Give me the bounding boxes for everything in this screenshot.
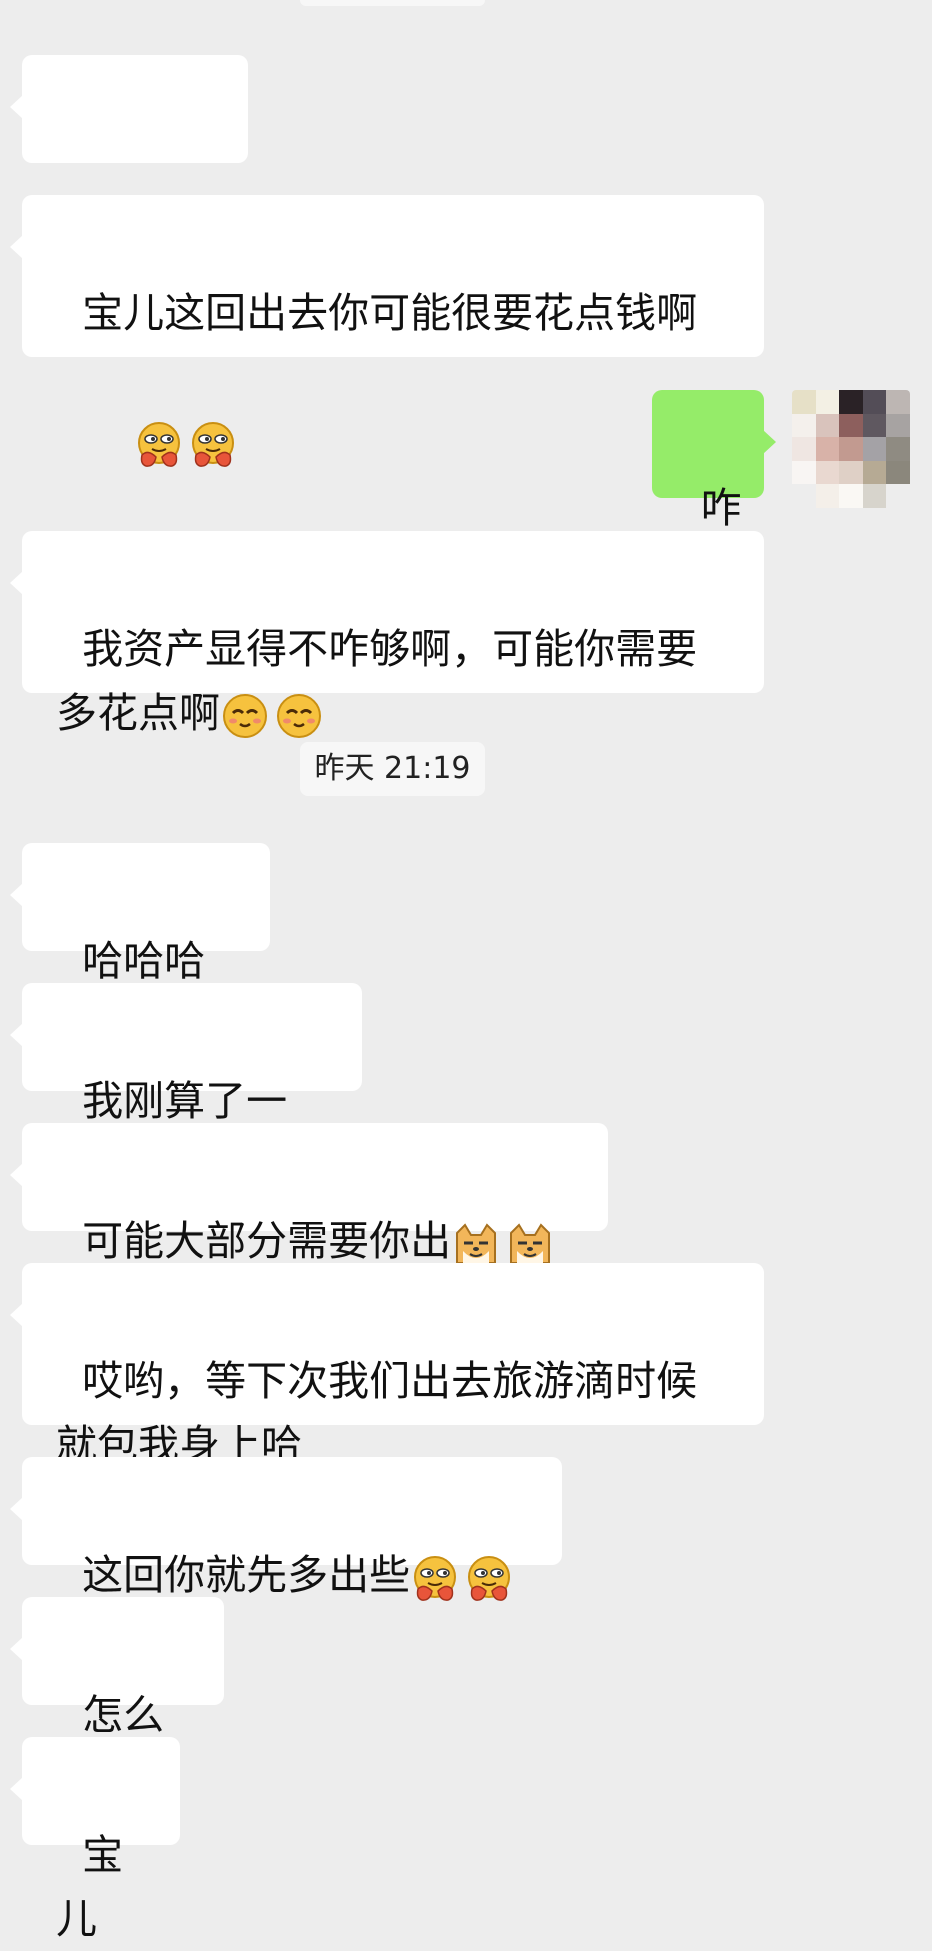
message-text: 哎哟，等下次我们出去旅游滴时候 就包我身上哈 (56, 1357, 698, 1469)
sly-face-icon (410, 1553, 460, 1603)
emoji-group (451, 1219, 559, 1269)
emoji-group (220, 691, 328, 741)
smiling-face-icon (274, 691, 324, 741)
message-text: 我资产显得不咋够啊，可能你需要 多花点啊 (56, 625, 698, 737)
previous-timestamp-stub (300, 0, 485, 6)
sly-face-icon (188, 419, 238, 469)
message-bubble-incoming[interactable]: 宝儿 (10, 1737, 180, 1943)
sly-face-icon (134, 419, 184, 469)
pixelated-avatar[interactable] (792, 390, 910, 508)
smiling-face-icon (220, 691, 270, 741)
message-bubble-incoming[interactable]: 哈哈哈哈 (10, 843, 270, 1049)
emoji-group (82, 419, 242, 469)
message-text: 这回你就先多出些 (82, 1551, 411, 1599)
message-bubble-incoming[interactable]: 怎么样 (10, 1597, 224, 1803)
message-bubble-incoming[interactable]: 这回你就先多出些 (10, 1457, 562, 1601)
message-bubble-outgoing[interactable]: 咋 (652, 390, 776, 532)
message-text: 咋 (700, 484, 742, 532)
message-text: 宝儿这回出去你可能很要花点钱啊 (82, 289, 698, 337)
message-text: 可能大部分需要你出 (82, 1217, 452, 1265)
message-bubble-incoming[interactable]: 我资产显得不咋够啊，可能你需要 多花点啊 (10, 531, 764, 738)
message-bubble-incoming[interactable]: 宝儿这回出去你可能很要花点钱啊 (10, 195, 764, 467)
doge-cat-icon (451, 1219, 501, 1269)
doge-cat-icon (505, 1219, 555, 1269)
emoji-group (410, 1553, 518, 1603)
chat-timestamp: 昨天 21:19 (300, 742, 485, 796)
message-bubble-incoming[interactable]: 我刚算了一下 (10, 983, 362, 1189)
message-bubble-incoming[interactable] (10, 55, 248, 306)
message-bubble-incoming[interactable]: 可能大部分需要你出 (10, 1123, 608, 1265)
sly-face-icon (464, 1553, 514, 1603)
message-bubble-incoming[interactable]: 哎哟，等下次我们出去旅游滴时候 就包我身上哈 (10, 1263, 764, 1469)
message-text: 宝儿 (56, 1831, 124, 1943)
